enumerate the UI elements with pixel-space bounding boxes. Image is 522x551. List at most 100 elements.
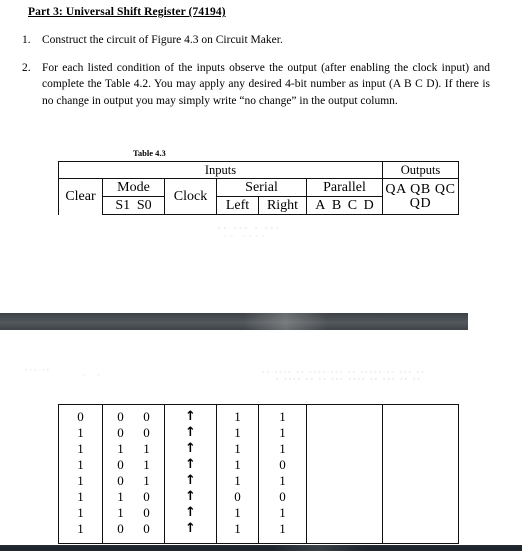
header-group-outputs: Outputs bbox=[382, 161, 459, 179]
cell-s1: 1 bbox=[117, 489, 124, 504]
header-cell-parallel: Parallel bbox=[306, 178, 383, 197]
data-col-parallel[interactable] bbox=[306, 404, 383, 544]
page-bottom-bar bbox=[0, 545, 522, 551]
truth-table-data: 0 1 1 1 1 1 1 1 0 0 0 0 1 1 0 1 0 1 1 0 … bbox=[58, 404, 459, 544]
cell-s0: 0 bbox=[143, 521, 150, 536]
data-col-outputs[interactable] bbox=[382, 404, 459, 544]
cell-mode: 0 0 bbox=[116, 425, 152, 441]
page-separator-bar bbox=[0, 313, 468, 330]
data-col-mode: 0 0 0 0 1 1 0 1 0 1 1 0 1 0 0 0 bbox=[102, 404, 165, 544]
page-title: Part 3: Universal Shift Register (74194) bbox=[28, 6, 226, 18]
cell-s0: 1 bbox=[143, 473, 150, 488]
cell-clear: 1 bbox=[77, 489, 84, 504]
cell-mode: 1 1 bbox=[116, 441, 152, 457]
table-row: 0 1 1 1 1 1 1 1 0 0 0 0 1 1 0 1 0 1 1 0 … bbox=[58, 404, 459, 544]
cell-serial-left: 0 bbox=[234, 489, 241, 504]
cell-s0: 1 bbox=[143, 457, 150, 472]
cell-serial-right: 1 bbox=[279, 441, 286, 456]
cell-serial-right: 1 bbox=[279, 409, 286, 424]
cell-serial-left: 1 bbox=[234, 505, 241, 520]
instruction-list: 1. Construct the circuit of Figure 4.3 o… bbox=[22, 32, 490, 120]
list-item-number: 1. bbox=[22, 34, 31, 46]
cell-s1: 0 bbox=[117, 425, 124, 440]
header-label-s0: S0 bbox=[136, 197, 152, 213]
cell-clear: 1 bbox=[77, 521, 84, 536]
cell-serial-left: 1 bbox=[234, 409, 241, 424]
clock-rising-edge-icon: ↑ bbox=[185, 457, 196, 472]
clock-rising-edge-icon: ↑ bbox=[185, 425, 196, 440]
cell-serial-right: 1 bbox=[279, 473, 286, 488]
cell-mode: 1 0 bbox=[116, 505, 152, 521]
cell-serial-left: 1 bbox=[234, 473, 241, 488]
header-cell-serial-right: Right bbox=[258, 196, 307, 215]
scan-artifact: ▪▪▪ ▪▪ bbox=[25, 366, 52, 374]
cell-clear: 1 bbox=[77, 457, 84, 472]
list-item: 1. Construct the circuit of Figure 4.3 o… bbox=[22, 32, 490, 49]
cell-serial-left: 1 bbox=[234, 521, 241, 536]
cell-mode: 0 1 bbox=[116, 457, 152, 473]
list-item: 2. For each listed condition of the inpu… bbox=[22, 60, 490, 110]
header-cell-parallel-bits: A B C D bbox=[306, 196, 383, 215]
cell-s1: 0 bbox=[117, 457, 124, 472]
cell-clear: 1 bbox=[77, 473, 84, 488]
header-group-inputs: Inputs bbox=[58, 161, 383, 179]
bar-sheen bbox=[271, 545, 366, 551]
truth-table-header: Inputs Outputs Clear Mode Clock Serial P… bbox=[58, 161, 459, 215]
header-cell-mode: Mode bbox=[102, 178, 165, 197]
cell-serial-right: 1 bbox=[279, 505, 286, 520]
cell-s0: 0 bbox=[143, 409, 150, 424]
scan-artifact: ▪▪ ▪▪▪▪ bbox=[224, 232, 269, 240]
clock-rising-edge-icon: ↑ bbox=[185, 441, 196, 456]
clock-rising-edge-icon: ↑ bbox=[185, 521, 196, 536]
cell-serial-right: 0 bbox=[279, 457, 286, 472]
header-label-s1: S1 bbox=[115, 197, 131, 213]
cell-s1: 0 bbox=[117, 409, 124, 424]
header-label-d: D bbox=[363, 197, 374, 213]
data-col-clock: ↑ ↑ ↑ ↑ ↑ ↑ ↑ ↑ bbox=[164, 404, 217, 544]
cell-s1: 0 bbox=[117, 473, 124, 488]
list-item-text: For each listed condition of the inputs … bbox=[42, 61, 490, 107]
data-col-clear: 0 1 1 1 1 1 1 1 bbox=[58, 404, 103, 544]
cell-clear: 0 bbox=[77, 409, 84, 424]
cell-serial-right: 1 bbox=[279, 521, 286, 536]
cell-mode: 0 1 bbox=[116, 473, 152, 489]
header-cell-serial: Serial bbox=[216, 178, 307, 197]
bar-sheen bbox=[243, 313, 328, 330]
scan-artifact: ▪ ▪ bbox=[83, 371, 105, 379]
cell-mode: 0 0 bbox=[116, 521, 152, 537]
cell-clear: 1 bbox=[77, 441, 84, 456]
cell-s0: 1 bbox=[143, 441, 150, 456]
cell-s1: 0 bbox=[117, 521, 124, 536]
data-col-serial-left: 1 1 1 1 1 0 1 1 bbox=[216, 404, 259, 544]
scan-artifact: ▪ ▪▪▪▪ ▪▪ ▪▪ ▪▪▪ ▪▪▪▪ ▪▪ ▪▪▪ ▪▪ ▪▪ bbox=[276, 375, 422, 383]
scan-artifact: ▪▪ ▪▪▪ ▪ ▪▪▪ bbox=[218, 224, 282, 232]
cell-mode: 1 0 bbox=[116, 489, 152, 505]
cell-mode: 0 0 bbox=[116, 409, 152, 425]
list-item-text: Construct the circuit of Figure 4.3 on C… bbox=[42, 34, 283, 46]
clock-rising-edge-icon: ↑ bbox=[185, 409, 196, 424]
cell-serial-left: 1 bbox=[234, 441, 241, 456]
cell-s0: 0 bbox=[143, 505, 150, 520]
cell-s0: 0 bbox=[143, 425, 150, 440]
cell-serial-left: 1 bbox=[234, 425, 241, 440]
cell-s1: 1 bbox=[117, 505, 124, 520]
header-label-b: B bbox=[331, 197, 342, 213]
header-cell-mode-bits: S1 S0 bbox=[102, 196, 165, 215]
list-item-number: 2. bbox=[22, 61, 31, 74]
scan-artifact: ▪▪ ▪▪▪▪ ▪▪ ▪▪▪▪ ▪▪▪ ▪▪ ▪▪▪▪▪ ▪▪ ▪▪▪ ▪▪ bbox=[262, 368, 426, 376]
clock-rising-edge-icon: ↑ bbox=[185, 505, 196, 520]
cell-serial-right: 1 bbox=[279, 425, 286, 440]
header-cell-clear: Clear bbox=[58, 178, 103, 215]
header-cell-serial-left: Left bbox=[216, 196, 259, 215]
cell-clear: 1 bbox=[77, 425, 84, 440]
header-cell-outputs-q: QA QB QC QD bbox=[382, 178, 459, 215]
header-label-a: A bbox=[315, 197, 326, 213]
header-cell-clock: Clock bbox=[164, 178, 217, 215]
cell-clear: 1 bbox=[77, 505, 84, 520]
cell-serial-left: 1 bbox=[234, 457, 241, 472]
header-label-c: C bbox=[347, 197, 358, 213]
table-caption: Table 4.3 bbox=[133, 148, 166, 158]
cell-s1: 1 bbox=[117, 441, 124, 456]
data-col-serial-right: 1 1 1 0 1 0 1 1 bbox=[258, 404, 307, 544]
cell-s0: 0 bbox=[143, 489, 150, 504]
